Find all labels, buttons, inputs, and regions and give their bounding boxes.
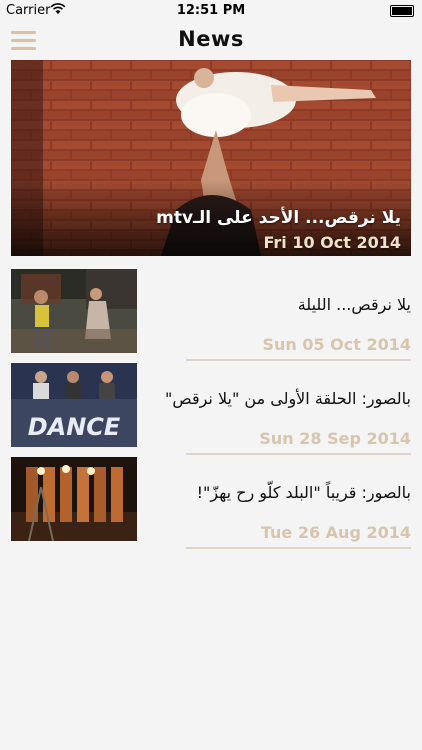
article-date: Sun 28 Sep 2014	[259, 429, 411, 448]
list-item[interactable]: يلا نرقص... الليلة Sun 05 Oct 2014	[0, 269, 422, 363]
list-item[interactable]: DANCE بالصور: الحلقة الأولى من "يلا نرقص…	[0, 363, 422, 457]
status-bar: Carrier 12:51 PM	[0, 0, 422, 22]
featured-date: Fri 10 Oct 2014	[263, 233, 401, 252]
divider	[186, 359, 411, 361]
article-title: يلا نرقص... الليلة	[297, 295, 411, 314]
article-thumbnail	[11, 457, 137, 541]
article-thumbnail: DANCE	[11, 363, 137, 447]
list-item[interactable]: بالصور: قريباً "البلد كلّو رح يهزّ"! Tue…	[0, 457, 422, 551]
thumbnail-logo-text: DANCE	[28, 413, 121, 441]
article-date: Tue 26 Aug 2014	[260, 523, 411, 542]
divider	[186, 453, 411, 455]
divider	[186, 547, 411, 549]
navigation-bar: News	[0, 22, 422, 60]
clock: 12:51 PM	[176, 3, 246, 18]
battery-icon	[390, 5, 414, 17]
page-title: News	[178, 27, 244, 51]
featured-article[interactable]: يلا نرقص... الأحد على الـmtv Fri 10 Oct …	[11, 60, 411, 256]
article-title: بالصور: قريباً "البلد كلّو رح يهزّ"!	[196, 483, 411, 502]
article-title: بالصور: الحلقة الأولى من "يلا نرقص"	[164, 389, 411, 408]
article-thumbnail	[11, 269, 137, 353]
article-date: Sun 05 Oct 2014	[262, 335, 411, 354]
featured-title: يلا نرقص... الأحد على الـmtv	[156, 208, 401, 228]
